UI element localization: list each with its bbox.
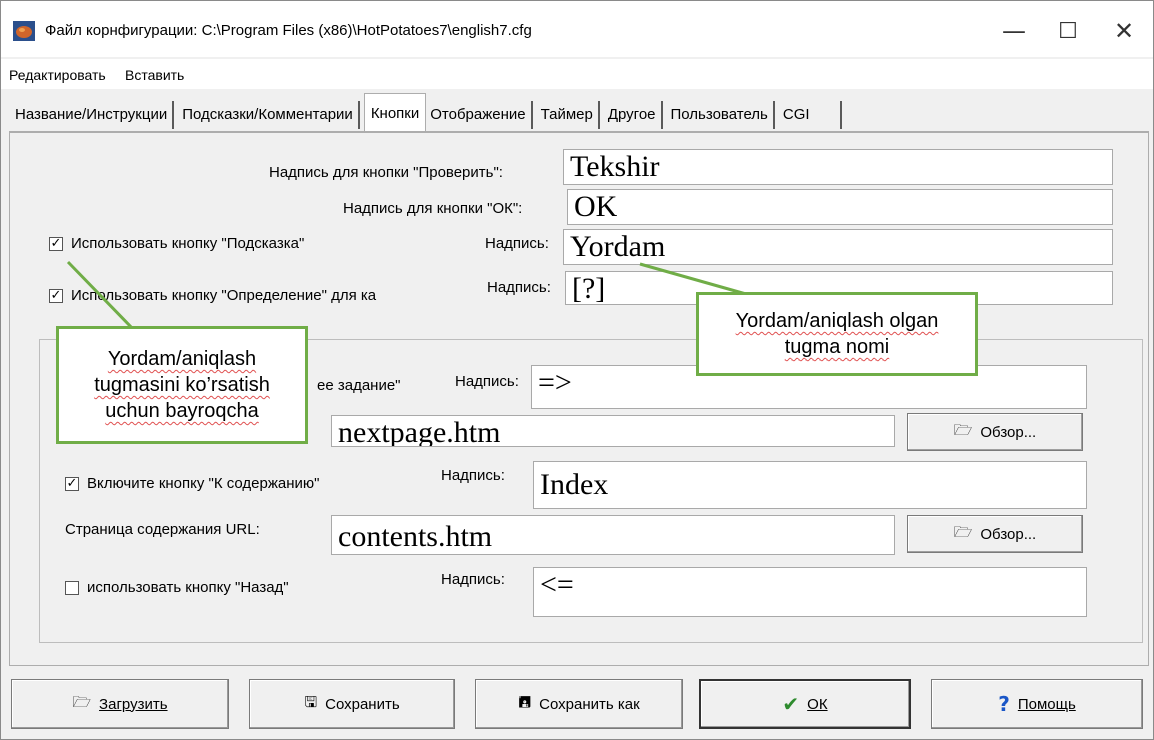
save-button[interactable]: 🖫 Сохранить: [249, 679, 455, 729]
tab-title-instructions[interactable]: Название/Инструкции: [11, 101, 175, 129]
hint-checkbox[interactable]: ✓: [49, 237, 63, 251]
tab-appearance[interactable]: Отображение: [426, 101, 533, 129]
hint-caption-input[interactable]: Yordam: [563, 229, 1113, 265]
hint-checkbox-label: Использовать кнопку "Подсказка": [71, 235, 305, 252]
definition-checkbox-label: Использовать кнопку "Определение" для ка: [71, 287, 377, 304]
next-url-input[interactable]: nextpage.htm: [331, 415, 895, 447]
contents-url-browse-button[interactable]: 🗁 Обзор...: [907, 515, 1083, 553]
menu-bar: Редактировать Вставить: [1, 59, 1153, 89]
checkmark-icon: ✔: [782, 692, 800, 716]
ok-button-label: ОК: [807, 695, 828, 713]
hotpotatoes-app-icon: [13, 21, 35, 41]
next-caption-label: Надпись:: [455, 373, 519, 390]
help-button-label: Помощь: [1017, 695, 1076, 713]
back-checkbox-label: использовать кнопку "Назад": [87, 579, 289, 596]
contents-url-input[interactable]: contents.htm: [331, 515, 895, 555]
right-annotation-callout: Yordam/aniqlash olgan tugma nomi: [696, 292, 978, 376]
ok-button[interactable]: ✔ ОК: [699, 679, 911, 729]
tab-buttons[interactable]: Кнопки: [363, 93, 427, 131]
back-caption-label: Надпись:: [441, 571, 505, 588]
next-url-browse-button[interactable]: 🗁 Обзор...: [907, 413, 1083, 451]
left-callout-line3: uchun bayroqcha: [105, 400, 259, 422]
close-button[interactable]: ✕: [1101, 13, 1147, 49]
floppy-disk-icon: 🖫: [304, 692, 318, 711]
tab-timer[interactable]: Таймер: [537, 101, 600, 129]
contents-url-label: Страница содержания URL:: [65, 521, 260, 538]
check-caption-label: Надпись для кнопки "Проверить":: [269, 164, 503, 181]
help-question-icon: ?: [998, 692, 1010, 716]
load-button[interactable]: 🗁 Загрузить: [11, 679, 229, 729]
back-checkbox[interactable]: [65, 581, 79, 595]
tab-cgi[interactable]: CGI: [779, 101, 842, 129]
hint-caption-label: Надпись:: [485, 235, 549, 252]
tab-user[interactable]: Пользователь: [667, 101, 775, 129]
contents-caption-label: Надпись:: [441, 467, 505, 484]
right-callout-line2: tugma nomi: [784, 336, 890, 358]
back-caption-input[interactable]: <=: [533, 567, 1087, 617]
check-caption-input[interactable]: Tekshir: [563, 149, 1113, 185]
open-folder-icon: 🗁: [953, 522, 973, 541]
next-checkbox-label: ее задание": [317, 377, 401, 394]
menu-insert-label: Вставить: [125, 67, 185, 83]
browse-button-label: Обзор...: [980, 423, 1037, 441]
menu-edit[interactable]: Редактировать: [9, 67, 106, 83]
window-title: Файл корнфигурации: C:\Program Files (x8…: [45, 22, 532, 39]
save-as-icon: 🖪: [518, 692, 532, 711]
menu-edit-label: Редактировать: [9, 67, 106, 83]
definition-checkbox[interactable]: ✓: [49, 289, 63, 303]
load-button-label: Загрузить: [99, 695, 168, 713]
minimize-button[interactable]: —: [991, 13, 1037, 49]
tab-other[interactable]: Другое: [604, 101, 663, 129]
contents-checkbox[interactable]: ✓: [65, 477, 79, 491]
contents-checkbox-label: Включите кнопку "К содержанию": [87, 475, 320, 492]
left-callout-line1: Yordam/aniqlash: [107, 348, 257, 370]
definition-caption-label: Надпись:: [487, 279, 551, 296]
save-as-button[interactable]: 🖪 Сохранить как: [475, 679, 683, 729]
ok-caption-label: Надпись для кнопки "ОК":: [343, 200, 523, 217]
menu-insert[interactable]: Вставить: [125, 67, 184, 83]
save-as-button-label: Сохранить как: [539, 695, 640, 713]
open-folder-icon: 🗁: [72, 692, 92, 711]
browse-button-label: Обзор...: [980, 525, 1037, 543]
title-bar: Файл корнфигурации: C:\Program Files (x8…: [1, 1, 1153, 57]
ok-caption-input[interactable]: OK: [567, 189, 1113, 225]
open-folder-icon: 🗁: [953, 420, 973, 439]
left-callout-line2: tugmasini ko’rsatish: [94, 374, 270, 396]
tab-hints-comments[interactable]: Подсказки/Комментарии: [178, 101, 360, 129]
contents-caption-input[interactable]: Index: [533, 461, 1087, 509]
tab-strip: Название/Инструкции Подсказки/Комментарии…: [11, 93, 846, 133]
help-button[interactable]: ? Помощь: [931, 679, 1143, 729]
left-annotation-callout: Yordam/aniqlash tugmasini ko’rsatish uch…: [56, 326, 308, 444]
maximize-button[interactable]: ☐: [1045, 13, 1091, 49]
save-button-label: Сохранить: [325, 695, 400, 713]
right-callout-line1: Yordam/aniqlash olgan: [735, 310, 939, 332]
